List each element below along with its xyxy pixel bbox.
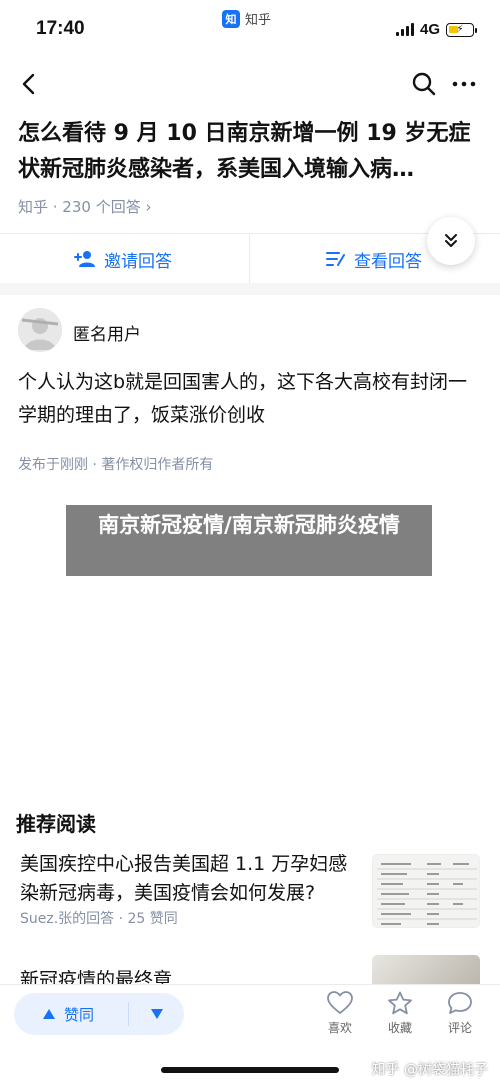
question-meta[interactable]: 知乎 · 230 个回答 › <box>18 196 151 217</box>
triangle-up-icon <box>43 1009 55 1019</box>
triangle-down-icon <box>150 1009 163 1019</box>
question-action-row: 邀请回答 查看回答 <box>0 233 500 284</box>
zhihu-app-icon: 知 <box>222 9 240 28</box>
search-button[interactable] <box>410 70 438 98</box>
vote-pill: 赞同 <box>14 993 184 1035</box>
status-time: 17:40 <box>36 18 85 39</box>
collapse-button[interactable] <box>427 217 475 265</box>
recommend-section-title: 推荐阅读 <box>16 812 96 836</box>
recommend-item-title[interactable]: 美国疾控中心报告美国超 1.1 万孕妇感染新冠病毒，美国疫情会如何发展? <box>20 850 360 908</box>
view-answers-button[interactable]: 查看回答 <box>326 234 422 284</box>
status-app-name: 知乎 <box>245 13 272 28</box>
author-name[interactable]: 匿名用户 <box>73 320 141 345</box>
section-separator <box>0 283 500 295</box>
comment-button[interactable]: 评论 <box>438 991 482 1036</box>
bottom-action-bar: 赞同 喜欢 收藏 评论 知乎 @树袋猫耗子 <box>0 984 500 1082</box>
avatar[interactable] <box>18 308 62 352</box>
more-button[interactable] <box>450 70 478 98</box>
search-icon <box>412 72 436 96</box>
status-bar: 17:40 知 知乎 4G ⚡ <box>0 0 500 58</box>
invite-answer-button[interactable]: 邀请回答 <box>74 234 172 284</box>
back-button[interactable] <box>16 70 44 98</box>
comment-icon <box>448 992 472 1014</box>
favorite-button[interactable]: 收藏 <box>378 991 422 1036</box>
upvote-label: 赞同 <box>64 1005 95 1024</box>
question-title[interactable]: 怎么看待 9 月 10 日南京新增一例 19 岁无症状新冠肺炎感染者，系美国入境… <box>18 116 484 188</box>
add-user-icon <box>74 251 95 267</box>
status-app-indicator: 知 知乎 <box>222 9 271 28</box>
star-icon <box>388 991 412 1015</box>
recommend-item-meta: Suez.张的回答 · 25 赞同 <box>20 911 178 927</box>
chevron-double-down-icon <box>445 234 457 247</box>
back-icon <box>22 73 35 95</box>
watermark: 知乎 @树袋猫耗子 <box>371 1062 488 1078</box>
upvote-button[interactable]: 赞同 <box>14 993 128 1035</box>
downvote-button[interactable] <box>129 993 184 1035</box>
nav-bar <box>0 62 500 108</box>
invite-answer-label: 邀请回答 <box>104 251 172 272</box>
overlay-caption: 南京新冠疫情/南京新冠肺炎疫情 <box>66 505 432 576</box>
view-answers-label: 查看回答 <box>354 251 422 272</box>
comment-label: 评论 <box>447 1021 472 1035</box>
like-label: 喜欢 <box>327 1021 352 1035</box>
home-indicator <box>161 1067 339 1073</box>
battery-icon: ⚡ <box>446 22 477 37</box>
answer-publish-note: 发布于刚刚 · 著作权归作者所有 <box>18 457 214 473</box>
signal-icon <box>395 23 414 36</box>
network-type: 4G <box>419 21 440 38</box>
recommend-item-thumbnail[interactable] <box>372 854 480 928</box>
heart-icon <box>327 991 353 1014</box>
list-icon <box>326 252 345 266</box>
action-divider <box>249 234 250 284</box>
like-button[interactable]: 喜欢 <box>318 991 362 1036</box>
status-indicators: 4G ⚡ <box>395 21 477 38</box>
answer-text[interactable]: 个人认为这b就是回国害人的，这下各大高校有封闭一学期的理由了，饭菜涨价创收 <box>18 366 484 432</box>
more-icon <box>452 81 476 87</box>
favorite-label: 收藏 <box>387 1021 412 1035</box>
